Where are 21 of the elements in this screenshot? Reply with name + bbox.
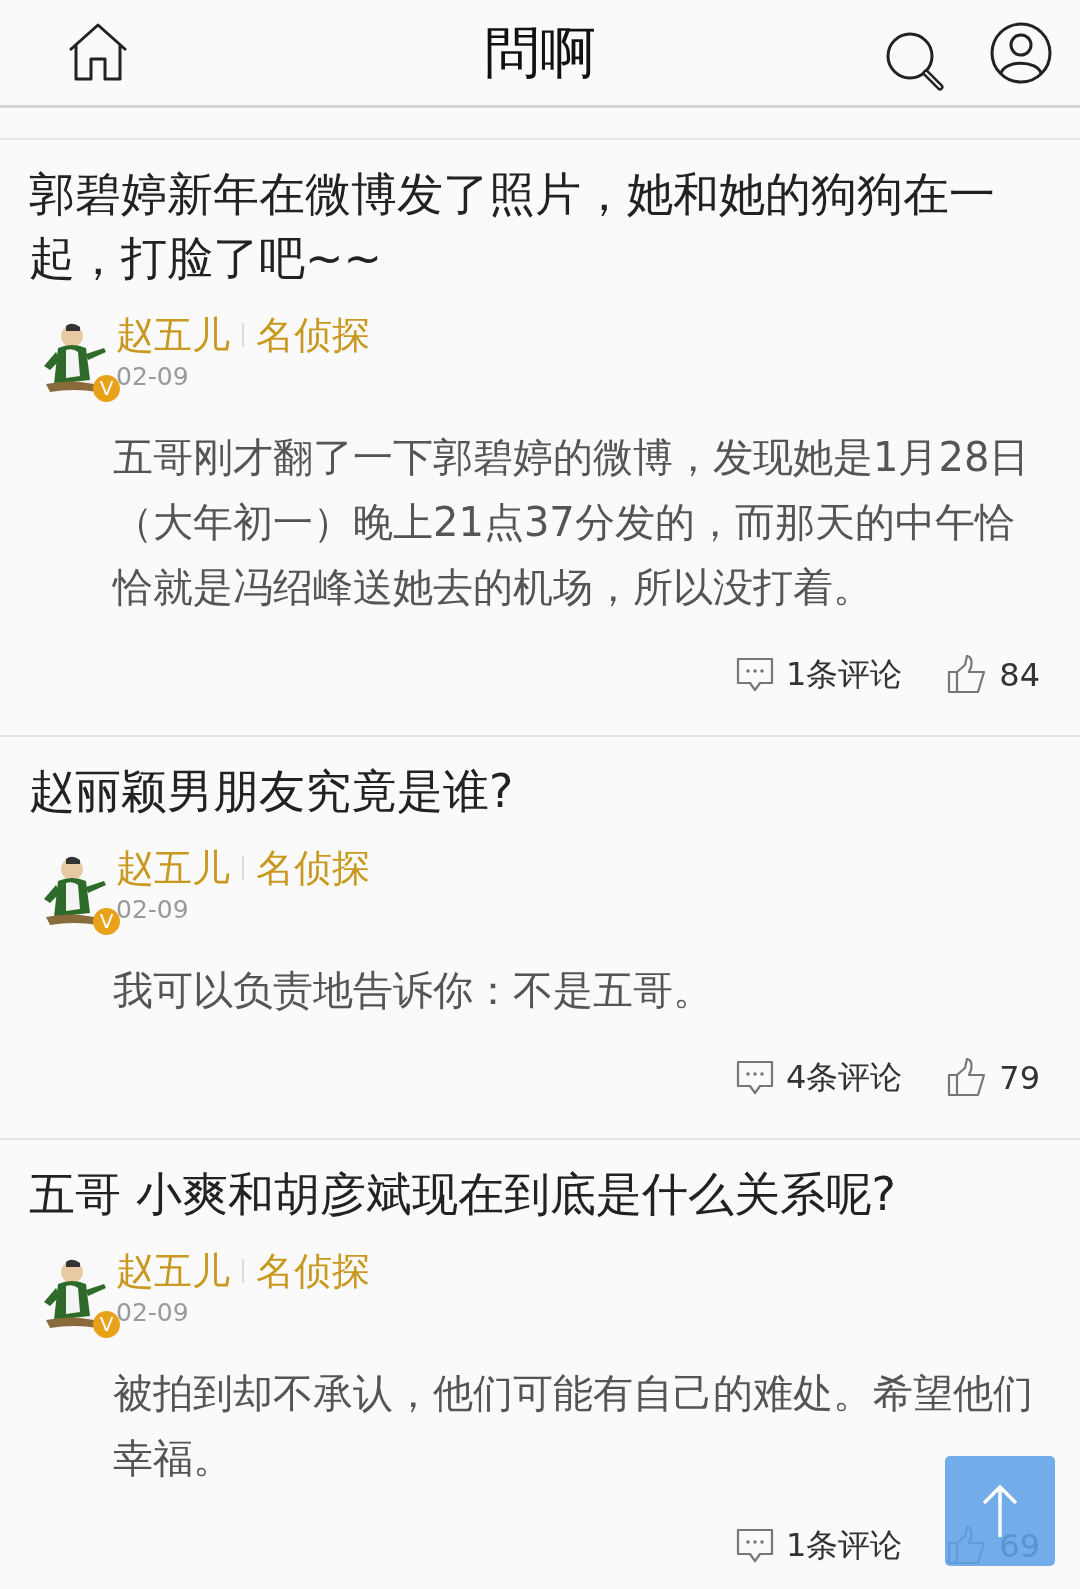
author-title: 名侦探 — [256, 1248, 370, 1295]
question-title[interactable]: 郭碧婷新年在微博发了照片，她和她的狗狗在一起，打脸了吧~~ — [29, 162, 1029, 290]
author-title: 名侦探 — [256, 312, 370, 359]
comments-link[interactable]: 4条评论 — [735, 1056, 903, 1100]
like-button[interactable]: 79 — [947, 1058, 1040, 1098]
author-title: 名侦探 — [256, 845, 370, 892]
profile-icon[interactable] — [990, 22, 1052, 84]
search-icon[interactable] — [884, 30, 946, 92]
answer-text: 五哥刚才翻了一下郭碧婷的微博，发现她是1月28日（大年初一）晚上21点37分发的，而那天的中午恰恰就是冯绍峰送她去的机场，所以没打着。 — [113, 433, 1031, 612]
scroll-to-top-button[interactable] — [945, 1456, 1055, 1566]
comments-link[interactable]: 1条评论 — [735, 653, 903, 697]
answer-text: 被拍到却不承认，他们可能有自己的难处。希望他们幸福。 — [113, 1369, 1034, 1483]
thumbs-up-icon — [947, 655, 988, 695]
home-icon[interactable] — [66, 22, 130, 82]
thumbs-up-icon — [947, 1058, 988, 1098]
question-title[interactable]: 五哥 小爽和胡彦斌现在到底是什么关系呢? — [29, 1162, 1029, 1226]
answer-text: 我可以负责地告诉你：不是五哥。 — [113, 966, 714, 1015]
app-title: 問啊 — [484, 20, 596, 85]
question-title[interactable]: 赵丽颖男朋友究竟是谁? — [29, 759, 1029, 823]
like-button[interactable]: 84 — [947, 655, 1040, 695]
comments-link[interactable]: 1条评论 — [735, 1524, 903, 1568]
